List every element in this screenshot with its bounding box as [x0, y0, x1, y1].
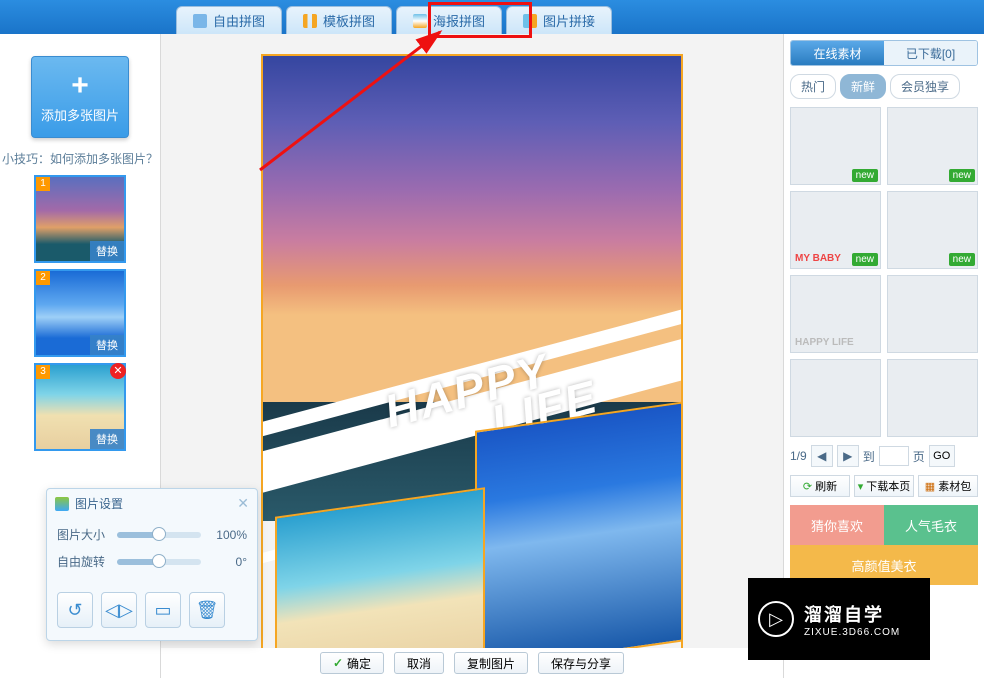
- template-item[interactable]: [887, 275, 978, 353]
- page-next-button[interactable]: ▶: [837, 445, 859, 467]
- poster-icon: [413, 14, 427, 28]
- page-prev-button[interactable]: ◀: [811, 445, 833, 467]
- image-icon: [55, 497, 69, 511]
- image-settings-panel: 图片设置 ✕ 图片大小 100% 自由旋转 0° ↺ ◁▷ ▭ 🗑: [46, 488, 258, 641]
- cancel-button[interactable]: 取消: [394, 652, 444, 674]
- template-item[interactable]: new: [887, 107, 978, 185]
- grid-icon: [193, 14, 207, 28]
- close-icon[interactable]: ✕: [237, 495, 249, 512]
- template-icon: [303, 14, 317, 28]
- package-icon: ▦: [925, 480, 935, 493]
- promo-popular-sweater[interactable]: 人气毛衣: [884, 505, 978, 545]
- poster-subimage-ocean[interactable]: [475, 401, 683, 654]
- settings-header: 图片设置 ✕: [47, 489, 257, 518]
- top-tab-bar: 自由拼图 模板拼图 海报拼图 图片拼接: [0, 0, 984, 34]
- flip-v-icon: ▭: [154, 600, 171, 621]
- play-icon: ▷: [758, 601, 794, 637]
- template-pager: 1/9 ◀ ▶ 到 页 GO: [790, 445, 978, 467]
- material-actions: ⟳ 刷新 ▾ 下载本页 ▦ 素材包: [790, 475, 978, 497]
- flip-vertical-button[interactable]: ▭: [145, 592, 181, 628]
- poster-subimage-beach[interactable]: [275, 487, 485, 654]
- template-item[interactable]: new: [790, 107, 881, 185]
- rotate-slider[interactable]: [117, 559, 201, 565]
- rotate-label: 自由旋转: [57, 553, 111, 570]
- ok-button[interactable]: ✓ 确定: [320, 652, 384, 674]
- page-input[interactable]: [879, 446, 909, 466]
- page-indicator: 1/9: [790, 449, 807, 463]
- settings-buttons: ↺ ◁▷ ▭ 🗑: [47, 584, 257, 640]
- watermark-title: 溜溜自学: [804, 601, 900, 627]
- plus-icon: +: [71, 71, 89, 101]
- template-item[interactable]: new: [887, 191, 978, 269]
- tab-poster-collage[interactable]: 海报拼图: [396, 6, 502, 34]
- material-pack-button[interactable]: ▦ 素材包: [918, 475, 978, 497]
- slider-handle[interactable]: [152, 554, 166, 568]
- download-icon: ▾: [858, 480, 864, 493]
- rotate-ccw-icon: ↺: [67, 600, 82, 621]
- template-item[interactable]: HAPPY LIFE: [790, 275, 881, 353]
- thumb-badge: 3: [36, 365, 50, 379]
- tab-label: 图片拼接: [543, 11, 595, 30]
- thumb-badge: 1: [36, 177, 50, 191]
- canvas-bottom-bar: ✓ 确定 取消 复制图片 保存与分享: [161, 648, 783, 678]
- material-filter-row: 热门 新鲜 会员独享: [790, 74, 978, 99]
- add-images-label: 添加多张图片: [41, 105, 119, 124]
- watermark-overlay: ▷ 溜溜自学 ZIXUE.3D66.COM: [748, 578, 930, 660]
- poster-preview[interactable]: HAPPY LIFE: [261, 54, 683, 654]
- replace-button[interactable]: 替换: [90, 241, 124, 261]
- slider-handle[interactable]: [152, 527, 166, 541]
- size-slider[interactable]: [117, 532, 201, 538]
- filter-hot[interactable]: 热门: [790, 74, 836, 99]
- promo-banner[interactable]: 猜你喜欢 人气毛衣 高颜值美衣: [790, 505, 978, 585]
- settings-title: 图片设置: [75, 495, 123, 512]
- watermark-url: ZIXUE.3D66.COM: [804, 627, 900, 638]
- close-icon[interactable]: ✕: [110, 363, 126, 379]
- tab-label: 自由拼图: [213, 11, 265, 30]
- check-icon: ✓: [333, 656, 343, 670]
- refresh-icon: ⟳: [803, 480, 812, 493]
- replace-button[interactable]: 替换: [90, 429, 124, 449]
- material-tabs: 在线素材 已下载[0]: [790, 40, 978, 66]
- tab-free-collage[interactable]: 自由拼图: [176, 6, 282, 34]
- promo-guess-you-like[interactable]: 猜你喜欢: [790, 505, 884, 545]
- tip-link[interactable]: 小技巧：如何添加多张图片？: [0, 150, 160, 167]
- tab-template-collage[interactable]: 模板拼图: [286, 6, 392, 34]
- thumbnail-2[interactable]: 2 替换: [34, 269, 126, 357]
- size-value: 100%: [207, 528, 247, 542]
- tab-downloaded[interactable]: 已下载[0]: [884, 41, 977, 65]
- rotate-ccw-button[interactable]: ↺: [57, 592, 93, 628]
- tab-label: 海报拼图: [433, 11, 485, 30]
- copy-image-button[interactable]: 复制图片: [454, 652, 528, 674]
- template-item[interactable]: [887, 359, 978, 437]
- save-share-button[interactable]: 保存与分享: [538, 652, 624, 674]
- size-slider-row: 图片大小 100%: [57, 526, 247, 543]
- template-grid: new new MY BABY new new HAPPY LIFE: [790, 107, 978, 437]
- flip-h-icon: ◁▷: [105, 600, 133, 621]
- rotate-slider-row: 自由旋转 0°: [57, 553, 247, 570]
- template-item[interactable]: [790, 359, 881, 437]
- replace-button[interactable]: 替换: [90, 335, 124, 355]
- delete-button[interactable]: 🗑: [189, 592, 225, 628]
- tab-image-joint[interactable]: 图片拼接: [506, 6, 612, 34]
- size-label: 图片大小: [57, 526, 111, 543]
- joint-icon: [523, 14, 537, 28]
- flip-horizontal-button[interactable]: ◁▷: [101, 592, 137, 628]
- page-go-button[interactable]: GO: [929, 445, 955, 467]
- rotate-value: 0°: [207, 555, 247, 569]
- tab-label: 模板拼图: [323, 11, 375, 30]
- trash-icon: 🗑: [196, 600, 219, 621]
- filter-vip[interactable]: 会员独享: [890, 74, 960, 99]
- download-page-button[interactable]: ▾ 下载本页: [854, 475, 914, 497]
- thumbnail-1[interactable]: 1 替换: [34, 175, 126, 263]
- thumb-badge: 2: [36, 271, 50, 285]
- filter-fresh[interactable]: 新鲜: [840, 74, 886, 99]
- refresh-button[interactable]: ⟳ 刷新: [790, 475, 850, 497]
- template-item[interactable]: MY BABY new: [790, 191, 881, 269]
- thumbnail-3[interactable]: 3 ✕ 替换: [34, 363, 126, 451]
- tab-online-material[interactable]: 在线素材: [791, 41, 884, 65]
- add-images-button[interactable]: + 添加多张图片: [31, 56, 129, 138]
